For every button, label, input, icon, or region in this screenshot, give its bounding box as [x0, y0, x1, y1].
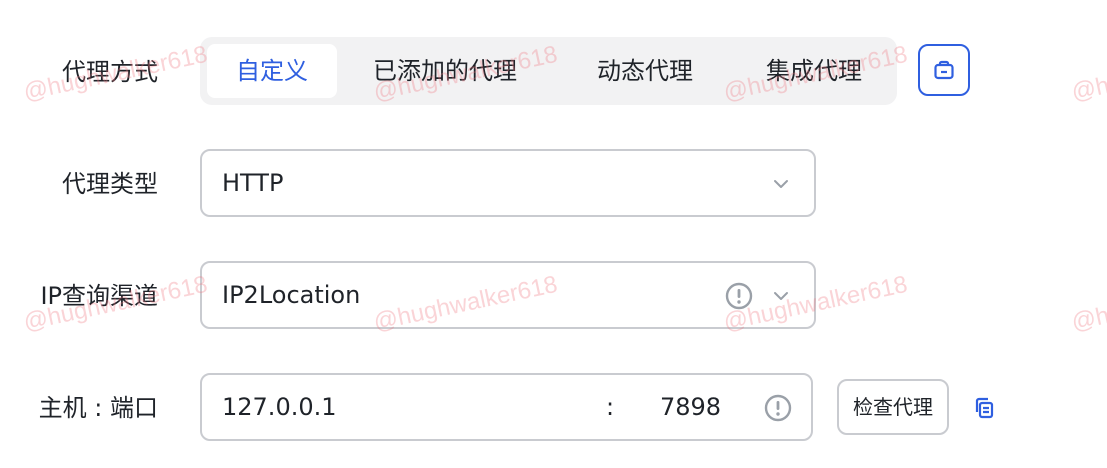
proxy-mode-option-dynamic[interactable]: 动态代理 — [576, 44, 714, 98]
watermark: @hughwalker618 — [1069, 40, 1107, 107]
warning-icon — [764, 394, 792, 422]
host-port-separator: : — [606, 393, 615, 421]
host-port-field: 127.0.0.1 : 7898 — [200, 373, 813, 441]
proxy-type-label: 代理类型 — [62, 170, 158, 198]
port-input[interactable]: 7898 — [660, 375, 721, 439]
copy-icon[interactable] — [972, 395, 998, 421]
proxy-mode-option-added[interactable]: 已添加的代理 — [360, 44, 530, 98]
chevron-down-icon — [774, 180, 788, 188]
watermark: @hughwalker618 — [1069, 270, 1107, 337]
proxy-type-select[interactable]: HTTP — [200, 149, 816, 217]
host-input[interactable]: 127.0.0.1 — [222, 375, 337, 439]
warning-icon — [725, 282, 753, 310]
bag-icon — [934, 60, 954, 80]
chevron-down-icon — [774, 292, 788, 300]
ip-channel-value: IP2Location — [222, 281, 361, 309]
proxy-mode-label: 代理方式 — [62, 58, 158, 86]
ip-channel-select[interactable]: IP2Location — [200, 261, 816, 329]
ip-channel-label: IP查询渠道 — [40, 282, 158, 310]
proxy-mode-segmented-control: 自定义 已添加的代理 动态代理 集成代理 — [200, 37, 897, 105]
host-port-label: 主机 : 端口 — [38, 394, 158, 422]
proxy-mode-option-integrated[interactable]: 集成代理 — [745, 44, 883, 98]
proxy-type-value: HTTP — [222, 169, 284, 197]
check-proxy-button[interactable]: 检查代理 — [837, 379, 949, 435]
proxy-store-button[interactable] — [918, 44, 970, 96]
proxy-mode-option-custom[interactable]: 自定义 — [207, 44, 337, 98]
